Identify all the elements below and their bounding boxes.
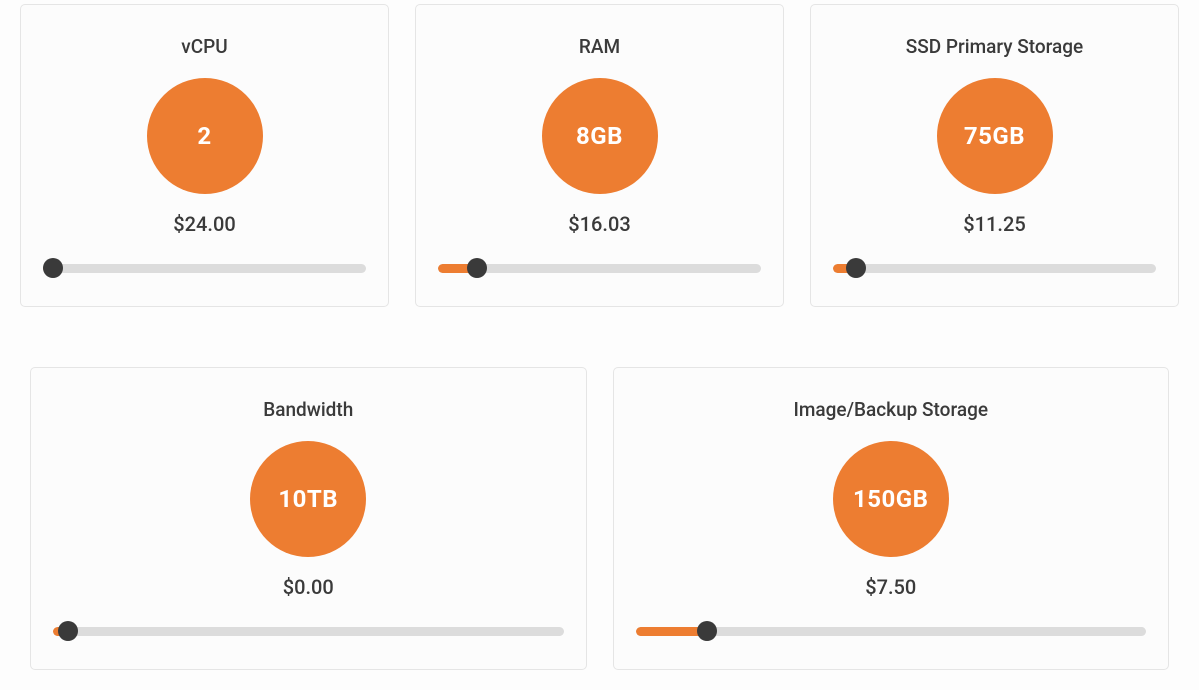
vcpu-slider[interactable]: [43, 258, 366, 278]
ssd-card: SSD Primary Storage 75GB $11.25: [810, 4, 1179, 307]
price-label: $7.50: [865, 575, 916, 599]
slider-thumb[interactable]: [58, 621, 78, 641]
price-label: $11.25: [963, 212, 1025, 236]
ram-slider[interactable]: [438, 258, 761, 278]
circle-value: 8GB: [576, 122, 623, 150]
value-circle: 2: [147, 78, 263, 194]
circle-value: 75GB: [964, 122, 1025, 150]
vcpu-card: vCPU 2 $24.00: [20, 4, 389, 307]
value-circle: 150GB: [833, 441, 949, 557]
value-circle: 75GB: [937, 78, 1053, 194]
card-title: Image/Backup Storage: [793, 398, 988, 421]
card-title: RAM: [579, 35, 620, 58]
slider-track: [43, 264, 366, 273]
ssd-slider[interactable]: [833, 258, 1156, 278]
slider-thumb[interactable]: [43, 258, 63, 278]
card-title: vCPU: [181, 35, 227, 58]
slider-thumb[interactable]: [697, 621, 717, 641]
bandwidth-card: Bandwidth 10TB $0.00: [30, 367, 587, 670]
price-label: $24.00: [173, 212, 235, 236]
backup-card: Image/Backup Storage 150GB $7.50: [613, 367, 1170, 670]
backup-slider[interactable]: [636, 621, 1147, 641]
value-circle: 8GB: [542, 78, 658, 194]
resource-cards-row1: vCPU 2 $24.00 RAM 8GB $16.03 SSD Primary…: [0, 0, 1199, 327]
card-title: SSD Primary Storage: [906, 35, 1084, 58]
price-label: $0.00: [283, 575, 334, 599]
slider-thumb[interactable]: [467, 258, 487, 278]
circle-value: 2: [197, 122, 211, 150]
card-title: Bandwidth: [263, 398, 353, 421]
resource-cards-row2: Bandwidth 10TB $0.00 Image/Backup Storag…: [0, 327, 1199, 690]
slider-thumb[interactable]: [846, 258, 866, 278]
price-label: $16.03: [568, 212, 630, 236]
slider-track: [53, 627, 564, 636]
circle-value: 10TB: [278, 485, 338, 513]
ram-card: RAM 8GB $16.03: [415, 4, 784, 307]
value-circle: 10TB: [250, 441, 366, 557]
bandwidth-slider[interactable]: [53, 621, 564, 641]
slider-track: [833, 264, 1156, 273]
circle-value: 150GB: [853, 485, 928, 513]
